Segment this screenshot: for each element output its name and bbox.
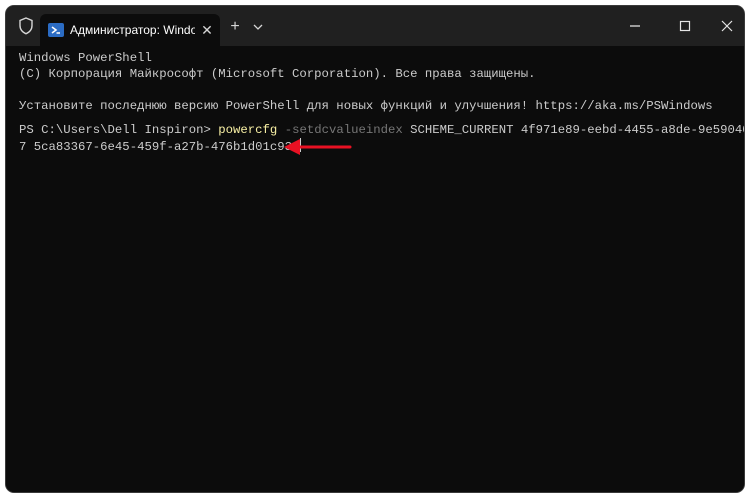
tab-close-button[interactable]: ✕ — [199, 22, 215, 38]
terminal-window: Администратор: Windows Pc ✕ + Windows Po… — [6, 6, 744, 492]
command-arguments-wrap: 7 5ca83367-6e45-459f-a27b-476b1d01c936 — [19, 140, 300, 154]
console-line: (C) Корпорация Майкрософт (Microsoft Cor… — [19, 67, 536, 81]
red-arrow-icon — [284, 139, 352, 155]
console-line: Windows PowerShell — [19, 51, 152, 65]
tab-powershell[interactable]: Администратор: Windows Pc ✕ — [40, 14, 220, 46]
chevron-down-icon[interactable] — [251, 19, 265, 35]
maximize-icon[interactable] — [675, 16, 695, 36]
prompt: PS C:\Users\Dell Inspiron> — [19, 123, 219, 137]
command-arguments: SCHEME_CURRENT 4f971e89-eebd-4455-a8de-9… — [402, 123, 744, 137]
console-line: Установите последнюю версию PowerShell д… — [19, 99, 713, 113]
command-line-wrap: 7 5ca83367-6e45-459f-a27b-476b1d01c936 — [19, 138, 302, 155]
powershell-icon — [48, 23, 64, 37]
shield-icon — [19, 17, 33, 35]
command-parameter: -setdcvalueindex — [284, 123, 403, 137]
console-output[interactable]: Windows PowerShell (C) Корпорация Майкро… — [6, 46, 744, 492]
close-icon[interactable] — [717, 16, 737, 36]
title-bar: Администратор: Windows Pc ✕ + — [6, 6, 744, 46]
command-line: PS C:\Users\Dell Inspiron> powercfg -set… — [19, 122, 744, 138]
tab-title: Администратор: Windows Pc — [70, 23, 195, 37]
new-tab-button[interactable]: + — [227, 19, 243, 35]
command-name: powercfg — [218, 123, 278, 137]
minimize-icon[interactable] — [625, 16, 645, 36]
